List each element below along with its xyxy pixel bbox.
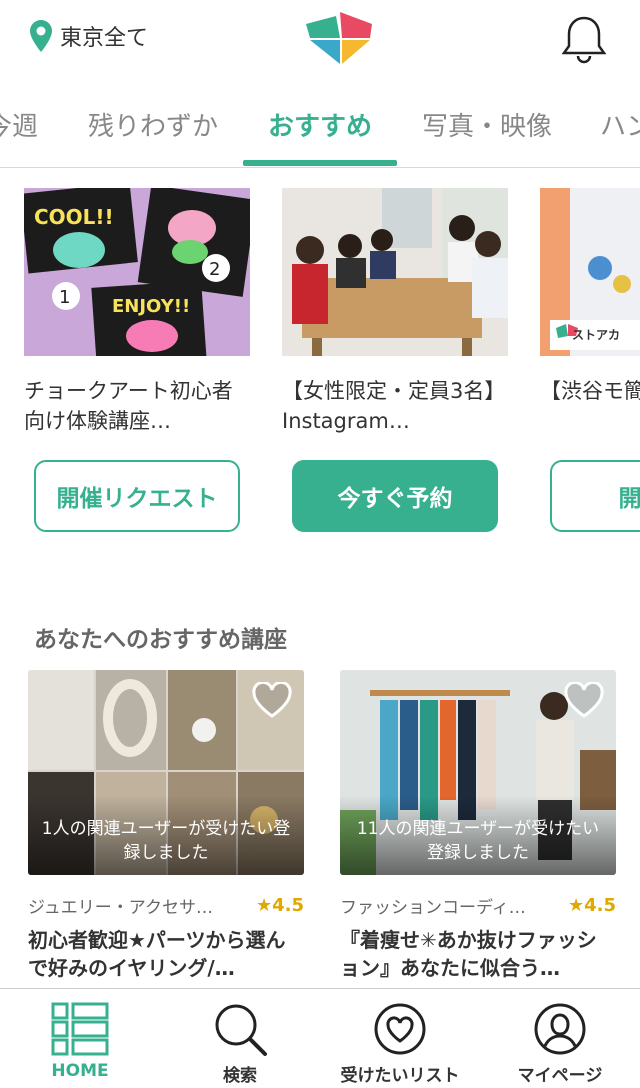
nav-mypage[interactable]: マイページ bbox=[480, 989, 640, 1088]
section-title: あなたへのおすすめ講座 bbox=[34, 627, 287, 653]
nav-wishlist[interactable]: 受けたいリスト bbox=[320, 989, 480, 1088]
related-users-note: 11人の関連ユーザーが受けたい登録しました bbox=[356, 819, 600, 863]
favorite-heart-icon[interactable] bbox=[564, 682, 604, 718]
tab-recommended[interactable]: おすすめ bbox=[268, 106, 372, 143]
svg-text:2: 2 bbox=[209, 259, 220, 280]
tab-this-week[interactable]: 今週 bbox=[0, 106, 38, 143]
course-image: COOL!! ENJOY!! 1 2 bbox=[24, 188, 250, 356]
tab-few-left[interactable]: 残りわずか bbox=[88, 106, 218, 143]
location-selector[interactable]: 東京全て bbox=[30, 20, 148, 52]
course-title: 『着痩せ✳あか抜けファッション』あなたに似合う… bbox=[340, 928, 597, 980]
nav-label: 受けたいリスト bbox=[340, 1066, 460, 1086]
course-category: ジュエリー・アクセサ… bbox=[28, 898, 213, 918]
app-header: 東京全て bbox=[0, 0, 640, 80]
nav-label: マイページ bbox=[517, 1066, 603, 1086]
course-title: 【渋谷モ簡単☆コ bbox=[540, 379, 640, 403]
svg-text:ENJOY!!: ENJOY!! bbox=[112, 296, 190, 317]
book-now-button[interactable]: 今すぐ予約 bbox=[292, 460, 498, 532]
recommended-course-card[interactable]: 1人の関連ユーザーが受けたい登録しました ジュエリー・アクセサ… ★4.5 初心… bbox=[28, 670, 304, 984]
course-card[interactable]: ストアカ 【渋谷モ簡単☆コ bbox=[540, 188, 640, 436]
course-category: ファッションコーディ… bbox=[340, 898, 526, 918]
course-image: 11人の関連ユーザーが受けたい登録しました bbox=[340, 670, 616, 875]
event-request-button[interactable]: 開催リクエスト bbox=[34, 460, 240, 532]
storeaca-badge: ストアカ bbox=[572, 328, 621, 342]
nav-label: 検索 bbox=[223, 1066, 257, 1086]
active-tab-indicator bbox=[243, 160, 397, 166]
recommended-course-card[interactable]: 11人の関連ユーザーが受けたい登録しました ファッションコーディ… ★4.5 『… bbox=[340, 670, 616, 984]
course-rating: ★4.5 bbox=[567, 895, 616, 916]
svg-text:1: 1 bbox=[59, 287, 70, 308]
nav-home[interactable]: HOME bbox=[0, 989, 160, 1088]
app-logo[interactable] bbox=[300, 8, 380, 70]
course-rating: ★4.5 bbox=[255, 895, 304, 916]
course-title: 【女性限定・定員3名】 Instagram… bbox=[282, 379, 506, 433]
user-icon bbox=[534, 1003, 586, 1055]
tab-photo-video[interactable]: 写真・映像 bbox=[422, 106, 552, 143]
course-title: 初心者歓迎★パーツから選んで好みのイヤリング/… bbox=[28, 928, 286, 980]
nav-search[interactable]: 検索 bbox=[160, 989, 320, 1088]
favorite-heart-icon[interactable] bbox=[252, 682, 292, 718]
course-card[interactable]: COOL!! ENJOY!! 1 2 チョークアート初心者向け体験講座… bbox=[24, 188, 250, 436]
search-icon bbox=[215, 1004, 267, 1056]
svg-text:COOL!!: COOL!! bbox=[34, 205, 114, 229]
tab-handmade[interactable]: ハン bbox=[600, 106, 640, 143]
course-image bbox=[282, 188, 508, 356]
location-label: 東京全て bbox=[60, 26, 149, 51]
location-pin-icon bbox=[30, 20, 52, 52]
app-screen: 東京全て 今週 残りわずか おすすめ 写真・映像 ハン bbox=[0, 0, 640, 1088]
event-request-button[interactable]: 開催リ bbox=[550, 460, 640, 532]
nav-label: HOME bbox=[51, 1061, 109, 1081]
heart-icon bbox=[374, 1003, 426, 1055]
course-card[interactable]: 【女性限定・定員3名】 Instagram… bbox=[282, 188, 508, 436]
notification-bell-icon[interactable] bbox=[558, 12, 610, 68]
category-tabs: 今週 残りわずか おすすめ 写真・映像 ハン bbox=[0, 96, 640, 168]
home-grid-icon bbox=[51, 1002, 109, 1056]
course-title: チョークアート初心者向け体験講座… bbox=[24, 379, 233, 433]
course-image: ストアカ bbox=[540, 188, 640, 356]
related-users-note: 1人の関連ユーザーが受けたい登録しました bbox=[41, 819, 291, 863]
course-image: 1人の関連ユーザーが受けたい登録しました bbox=[28, 670, 304, 875]
bottom-navigation: HOME 検索 受けたいリスト マイページ bbox=[0, 988, 640, 1088]
